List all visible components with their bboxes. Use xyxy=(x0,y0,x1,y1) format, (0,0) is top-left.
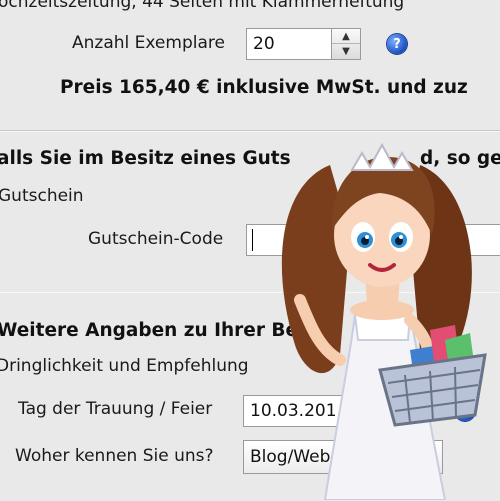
referral-source-label: Woher kennen Sie uns? xyxy=(15,446,214,466)
voucher-code-label: Gutschein-Code xyxy=(88,229,224,249)
copies-label: Anzahl Exemplare xyxy=(72,33,225,53)
copies-stepper[interactable]: ▲ ▼ xyxy=(331,28,361,60)
triangle-up-icon: ▲ xyxy=(342,31,350,42)
details-group-label: Dringlichkeit und Empfehlung xyxy=(0,356,249,376)
order-panel: ochzeitszeitung, 44 Seiten mit Klammerhe… xyxy=(0,0,500,131)
voucher-group-label: Gutschein xyxy=(0,186,84,206)
copies-input[interactable]: 20 xyxy=(246,28,332,60)
triangle-down-icon: ▼ xyxy=(342,46,350,57)
increment-button[interactable]: ▲ xyxy=(332,29,360,44)
details-heading: Weitere Angaben zu Ihrer Bes xyxy=(0,320,310,341)
price-text: Preis 165,40 € inklusive MwSt. und zuz xyxy=(60,77,468,98)
text-cursor xyxy=(252,229,253,251)
bride-mascot-illustration xyxy=(281,142,487,500)
wedding-date-label: Tag der Trauung / Feier xyxy=(18,399,213,419)
help-icon[interactable]: ? xyxy=(387,34,407,54)
voucher-heading: alls Sie im Besitz eines Guts xyxy=(0,148,291,169)
product-description: ochzeitszeitung, 44 Seiten mit Klammerhe… xyxy=(0,0,405,12)
decrement-button[interactable]: ▼ xyxy=(332,43,360,59)
